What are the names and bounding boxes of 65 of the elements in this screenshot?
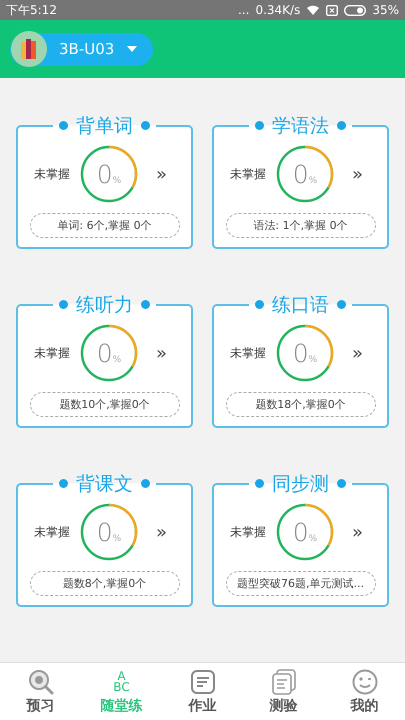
letters-icon: A BC bbox=[113, 668, 130, 694]
ring-icon bbox=[80, 503, 138, 561]
network-speed: 0.34K/s bbox=[255, 3, 300, 17]
summary-label: 单词: 6个,掌握 0个 bbox=[30, 213, 180, 238]
status-dots: ... bbox=[238, 3, 250, 17]
percent-unit: % bbox=[112, 176, 122, 186]
summary-label: 题数10个,掌握0个 bbox=[30, 392, 180, 417]
nav-tab[interactable]: 预习 bbox=[0, 663, 81, 720]
percent-unit: % bbox=[308, 354, 318, 364]
nav-tab[interactable]: 测验 bbox=[243, 663, 324, 720]
books-icon bbox=[11, 31, 47, 67]
ring-icon bbox=[80, 324, 138, 382]
percent-value: 0 bbox=[96, 160, 113, 188]
status-label: 未掌握 bbox=[230, 524, 267, 540]
ring-icon bbox=[276, 324, 334, 382]
dot-icon bbox=[141, 300, 150, 309]
more-button[interactable]: » bbox=[352, 522, 364, 542]
dot-icon bbox=[59, 121, 68, 130]
status-label: 未掌握 bbox=[34, 344, 71, 362]
dot-icon bbox=[337, 121, 346, 130]
more-button[interactable]: » bbox=[156, 342, 168, 364]
status-time: 下午5:12 bbox=[6, 2, 57, 18]
percent-unit: % bbox=[308, 176, 318, 186]
battery-icon bbox=[344, 4, 366, 16]
percent-unit: % bbox=[308, 534, 318, 544]
percent-value: 0 bbox=[292, 518, 309, 546]
percent-value: 0 bbox=[96, 518, 113, 546]
more-button[interactable]: » bbox=[352, 342, 364, 364]
caret-icon bbox=[127, 46, 137, 52]
document-icon bbox=[190, 668, 216, 694]
percent-value: 0 bbox=[96, 338, 113, 368]
dot-icon bbox=[141, 479, 150, 488]
dot-icon bbox=[59, 300, 68, 309]
dot-icon bbox=[59, 479, 68, 488]
summary-label: 题数8个,掌握0个 bbox=[30, 571, 180, 596]
more-button[interactable]: » bbox=[156, 522, 168, 542]
battery-level: 35% bbox=[372, 3, 399, 17]
status-label: 未掌握 bbox=[230, 344, 267, 362]
percent-value: 0 bbox=[292, 160, 309, 188]
ring-icon bbox=[276, 503, 334, 561]
dot-icon bbox=[255, 121, 264, 130]
summary-label: 题型突破76题,单元测试... bbox=[226, 571, 376, 596]
summary-label: 题数18个,掌握0个 bbox=[226, 392, 376, 417]
nav-tab[interactable]: 我的 bbox=[324, 663, 405, 720]
percent-value: 0 bbox=[292, 338, 309, 368]
summary-label: 语法: 1个,掌握 0个 bbox=[226, 213, 376, 238]
smiley-icon bbox=[352, 668, 378, 694]
status-label: 未掌握 bbox=[34, 166, 71, 182]
dot-icon bbox=[337, 300, 346, 309]
dot-icon bbox=[255, 479, 264, 488]
papers-icon bbox=[270, 668, 296, 694]
wifi-icon bbox=[306, 4, 320, 16]
percent-unit: % bbox=[112, 354, 122, 364]
status-label: 未掌握 bbox=[34, 524, 71, 540]
status-label: 未掌握 bbox=[230, 166, 267, 182]
nav-tab[interactable]: 作业 bbox=[162, 663, 243, 720]
ring-icon bbox=[80, 145, 138, 203]
dot-icon bbox=[337, 479, 346, 488]
more-button[interactable]: » bbox=[156, 164, 168, 184]
dot-icon bbox=[141, 121, 150, 130]
ring-icon bbox=[276, 145, 334, 203]
search-icon bbox=[28, 668, 54, 694]
dot-icon bbox=[255, 300, 264, 309]
percent-unit: % bbox=[112, 534, 122, 544]
more-button[interactable]: » bbox=[352, 164, 364, 184]
